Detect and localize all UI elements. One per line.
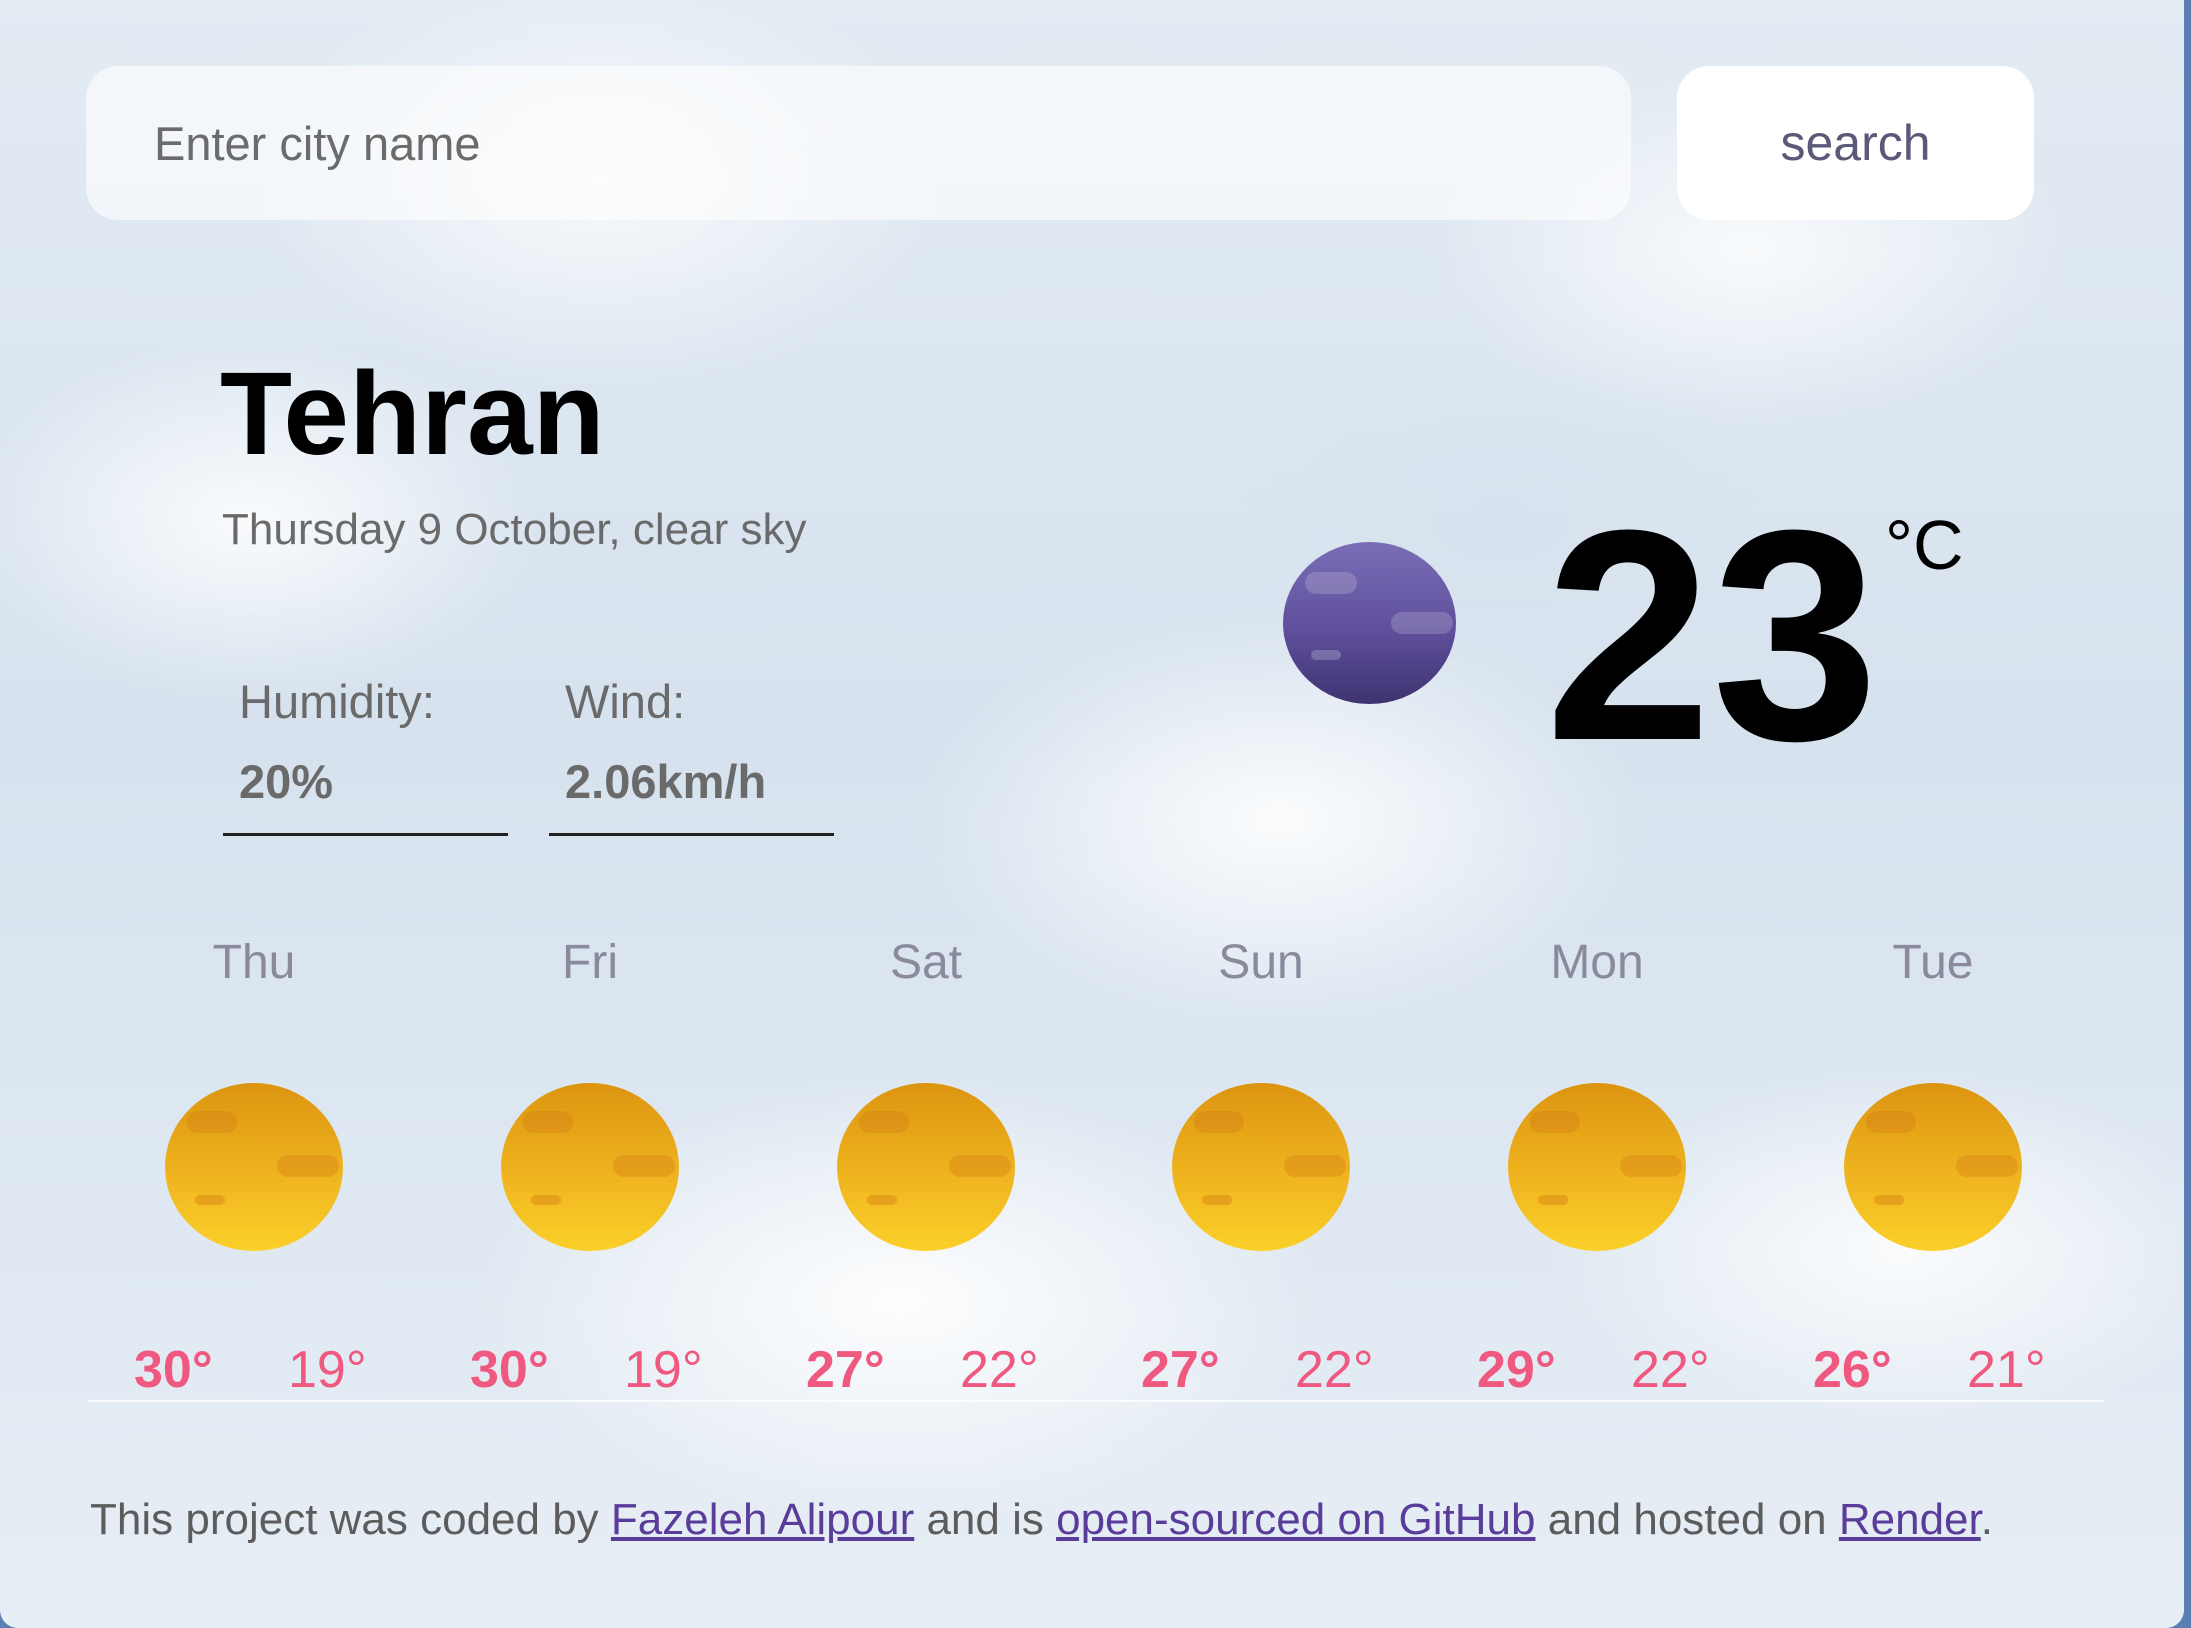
github-link[interactable]: open-sourced on GitHub xyxy=(1056,1495,1535,1544)
forecast-max-temp: 27° xyxy=(806,1341,885,1399)
forecast-min-temp: 21° xyxy=(1967,1341,2046,1399)
date-description: Thursday 9 October, clear sky xyxy=(222,505,807,554)
footer: This project was coded by Fazeleh Alipou… xyxy=(90,1495,1993,1545)
wind-value: 2.06km/h xyxy=(565,755,767,808)
sun-icon xyxy=(1844,1083,2022,1251)
footer-divider xyxy=(88,1400,2104,1402)
weather-app: search Tehran Thursday 9 October, clear … xyxy=(0,0,2184,1628)
footer-text: and is xyxy=(914,1495,1057,1544)
forecast-min-temp: 22° xyxy=(960,1341,1039,1399)
moon-icon xyxy=(1283,542,1456,704)
forecast-day-label: Sun xyxy=(1218,936,1304,989)
sun-icon xyxy=(837,1083,1015,1251)
forecast-day-label: Mon xyxy=(1550,936,1644,989)
footer-text: . xyxy=(1980,1495,1993,1544)
sun-icon xyxy=(165,1083,343,1251)
forecast-min-temp: 19° xyxy=(624,1341,703,1399)
humidity-label: Humidity: xyxy=(239,675,435,728)
humidity-value: 20% xyxy=(239,755,334,808)
sun-icon xyxy=(501,1083,679,1251)
forecast-day-label: Sat xyxy=(889,936,963,989)
forecast-day-label: Fri xyxy=(562,936,618,989)
forecast-min-temp: 22° xyxy=(1631,1341,1710,1399)
forecast-day-label: Tue xyxy=(1892,936,1974,989)
forecast-min-temp: 22° xyxy=(1295,1341,1374,1399)
host-link[interactable]: Render xyxy=(1839,1495,1981,1544)
city-search-input[interactable] xyxy=(86,66,1631,220)
sun-icon xyxy=(1172,1083,1350,1251)
current-temperature: 23 xyxy=(1545,467,1879,803)
forecast-min-temp: 19° xyxy=(288,1341,367,1399)
forecast-max-temp: 27° xyxy=(1141,1341,1220,1399)
footer-text: This project was coded by xyxy=(90,1495,611,1544)
author-link[interactable]: Fazeleh Alipour xyxy=(611,1495,914,1544)
forecast-max-temp: 29° xyxy=(1477,1341,1556,1399)
search-button[interactable]: search xyxy=(1677,66,2034,220)
forecast-max-temp: 26° xyxy=(1813,1341,1892,1399)
forecast-max-temp: 30° xyxy=(134,1341,213,1399)
forecast-day-label: Thu xyxy=(212,936,296,989)
humidity-stat: Humidity: 20% xyxy=(223,668,508,836)
sun-icon xyxy=(1508,1083,1686,1251)
wind-stat: Wind: 2.06km/h xyxy=(549,668,834,836)
city-name: Tehran xyxy=(220,348,605,480)
forecast-max-temp: 30° xyxy=(470,1341,549,1399)
temperature-unit: °C xyxy=(1885,506,1964,584)
footer-text: and hosted on xyxy=(1535,1495,1839,1544)
wind-label: Wind: xyxy=(565,675,686,728)
